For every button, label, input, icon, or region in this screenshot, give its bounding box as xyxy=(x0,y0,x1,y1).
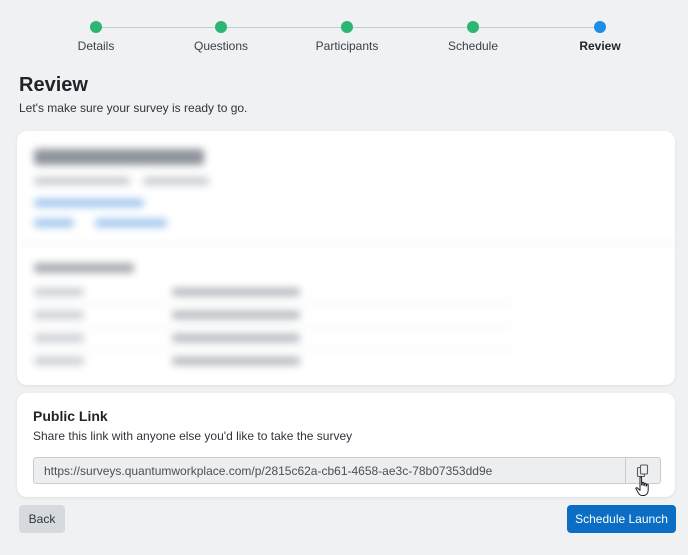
public-link-description: Share this link with anyone else you'd l… xyxy=(33,429,353,443)
step-label: Questions xyxy=(193,39,249,53)
redacted-row-value xyxy=(172,311,300,319)
step-questions[interactable]: Questions xyxy=(176,20,266,53)
step-review[interactable]: Review xyxy=(555,20,645,53)
step-complete-dot xyxy=(90,21,102,33)
redacted-link xyxy=(34,199,144,207)
step-label: Details xyxy=(77,39,115,53)
redacted-meta xyxy=(143,177,209,185)
row-divider xyxy=(34,303,514,304)
row-divider xyxy=(34,349,514,350)
redacted-link xyxy=(34,219,74,227)
step-complete-dot xyxy=(215,21,227,33)
redacted-row-label xyxy=(34,357,84,365)
redacted-section-heading xyxy=(34,263,134,273)
hand-pointer-cursor-icon xyxy=(635,476,649,496)
redacted-row-value xyxy=(172,288,300,296)
step-details[interactable]: Details xyxy=(51,20,141,53)
redacted-row-value xyxy=(172,357,300,365)
public-link-url-field[interactable] xyxy=(33,457,627,484)
step-label: Review xyxy=(579,39,621,53)
public-link-card: Public Link Share this link with anyone … xyxy=(17,393,675,497)
step-label: Participants xyxy=(315,39,379,53)
redacted-row-label xyxy=(34,334,84,342)
step-label: Schedule xyxy=(447,39,499,53)
row-divider xyxy=(34,326,514,327)
page-title: Review xyxy=(19,74,88,96)
progress-stepper: Details Questions Participants Schedule … xyxy=(0,20,688,60)
back-button[interactable]: Back xyxy=(19,505,65,533)
step-participants[interactable]: Participants xyxy=(302,20,392,53)
redacted-row-label xyxy=(34,288,84,296)
survey-summary-card xyxy=(17,131,675,385)
page-subtitle: Let's make sure your survey is ready to … xyxy=(19,101,248,115)
step-active-dot xyxy=(594,21,606,33)
step-schedule[interactable]: Schedule xyxy=(428,20,518,53)
schedule-launch-button[interactable]: Schedule Launch xyxy=(567,505,676,533)
redacted-link xyxy=(95,219,167,227)
redacted-row-label xyxy=(34,311,84,319)
summary-divider xyxy=(17,243,675,244)
step-complete-dot xyxy=(341,21,353,33)
public-link-heading: Public Link xyxy=(33,408,108,424)
redacted-survey-title xyxy=(34,149,204,165)
redacted-row-value xyxy=(172,334,300,342)
redacted-meta xyxy=(34,177,130,185)
step-complete-dot xyxy=(467,21,479,33)
